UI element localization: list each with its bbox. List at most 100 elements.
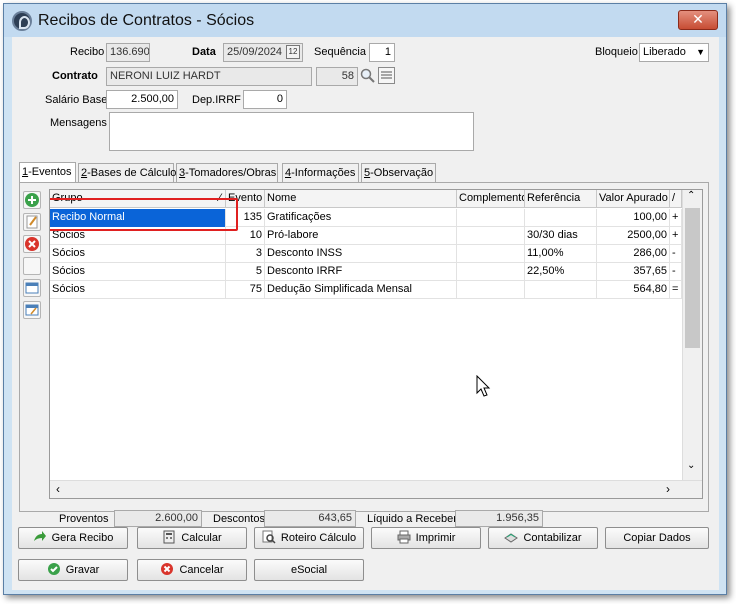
- tab-tomadores-obras[interactable]: 3-Tomadores/Obras: [176, 163, 278, 183]
- app-window: Recibos de Contratos - Sócios ✕ Recibo 1…: [3, 3, 727, 595]
- col-complemento[interactable]: Complemento: [457, 190, 525, 208]
- gera-recibo-button[interactable]: Gera Recibo: [18, 527, 128, 549]
- edit-event-button[interactable]: [23, 213, 41, 231]
- tab-observacao[interactable]: 5-Observação: [361, 163, 436, 183]
- cell-referencia[interactable]: [525, 209, 597, 227]
- scrollbar-thumb[interactable]: [685, 208, 700, 348]
- move-event-button[interactable]: [23, 279, 41, 297]
- table-row[interactable]: Sócios 3 Desconto INSS 11,00% 286,00 -: [50, 245, 682, 263]
- add-event-button[interactable]: [23, 191, 41, 209]
- copiar-dados-button[interactable]: Copiar Dados: [605, 527, 709, 549]
- cell-nome[interactable]: Dedução Simplificada Mensal: [265, 281, 457, 299]
- horizontal-scrollbar[interactable]: ‹ ›: [50, 480, 702, 498]
- blank-tool-button[interactable]: [23, 257, 41, 275]
- recibo-field[interactable]: 136.690: [106, 43, 150, 62]
- events-grid[interactable]: Grupo ⁄ Evento Nome Complemento Referênci…: [49, 189, 703, 499]
- cell-evento[interactable]: 3: [226, 245, 265, 263]
- depirrf-field[interactable]: 0: [243, 90, 287, 109]
- tab-bases-label: -Bases de Cálculo: [87, 167, 177, 179]
- edit-table-button[interactable]: [23, 301, 41, 319]
- cell-complemento[interactable]: [457, 209, 525, 227]
- col-nome[interactable]: Nome: [265, 190, 457, 208]
- cell-nome[interactable]: Desconto INSS: [265, 245, 457, 263]
- cell-nome[interactable]: Gratificações: [265, 209, 457, 227]
- gravar-button[interactable]: Gravar: [18, 559, 128, 581]
- cell-sinal[interactable]: +: [670, 227, 682, 245]
- bloqueio-value: Liberado: [643, 46, 686, 58]
- mensagens-textarea[interactable]: [109, 112, 474, 151]
- chevron-down-icon[interactable]: ⌄: [687, 460, 695, 471]
- cell-sinal[interactable]: =: [670, 281, 682, 299]
- cell-referencia[interactable]: 22,50%: [525, 263, 597, 281]
- table-row[interactable]: Sócios 5 Desconto IRRF 22,50% 357,65 -: [50, 263, 682, 281]
- calendar-icon[interactable]: 12: [286, 45, 300, 59]
- copiar-label: Copiar Dados: [623, 532, 691, 544]
- tab-informacoes[interactable]: 4-Informações: [282, 163, 359, 183]
- depirrf-label: Dep.IRRF: [192, 94, 241, 106]
- cell-evento[interactable]: 5: [226, 263, 265, 281]
- cell-complemento[interactable]: [457, 227, 525, 245]
- cancelar-label: Cancelar: [179, 564, 224, 576]
- vertical-scrollbar[interactable]: ⌄ ⌃: [682, 190, 702, 480]
- contabilizar-button[interactable]: Contabilizar: [488, 527, 598, 549]
- close-button[interactable]: ✕: [678, 10, 718, 30]
- cell-complemento[interactable]: [457, 245, 525, 263]
- roteiro-label: Roteiro Cálculo: [280, 532, 357, 544]
- cell-valor[interactable]: 564,80: [597, 281, 670, 299]
- cell-evento[interactable]: 75: [226, 281, 265, 299]
- chevron-right-icon[interactable]: ›: [666, 482, 670, 496]
- calcular-button[interactable]: Calcular: [137, 527, 247, 549]
- chevron-up-icon[interactable]: ⌃: [687, 190, 695, 201]
- cell-referencia[interactable]: [525, 281, 597, 299]
- tab-informacoes-label: -Informações: [291, 167, 356, 179]
- cell-grupo[interactable]: Sócios: [50, 281, 226, 299]
- cell-complemento[interactable]: [457, 281, 525, 299]
- table-row[interactable]: Sócios 75 Dedução Simplificada Mensal 56…: [50, 281, 682, 299]
- delete-circle-icon: [25, 237, 39, 251]
- esocial-button[interactable]: eSocial: [254, 559, 364, 581]
- cell-valor[interactable]: 2500,00: [597, 227, 670, 245]
- cell-nome[interactable]: Desconto IRRF: [265, 263, 457, 281]
- tab-bases-calculo[interactable]: 2-Bases de Cálculo: [78, 163, 177, 183]
- cell-sinal[interactable]: +: [670, 209, 682, 227]
- contrato-code-field[interactable]: 58: [316, 67, 358, 86]
- cell-nome[interactable]: Pró-labore: [265, 227, 457, 245]
- ledger-icon: [504, 533, 519, 543]
- search-icon[interactable]: [360, 68, 376, 84]
- esocial-label: eSocial: [290, 564, 328, 576]
- cell-referencia[interactable]: 30/30 dias: [525, 227, 597, 245]
- col-sinal[interactable]: /: [670, 190, 682, 208]
- bloqueio-select[interactable]: Liberado ▼: [639, 43, 709, 62]
- cell-sinal[interactable]: -: [670, 263, 682, 281]
- salario-label: Salário Base: [45, 94, 108, 106]
- chevron-down-icon: ▼: [696, 47, 705, 57]
- col-valor-apurado[interactable]: Valor Apurado: [597, 190, 670, 208]
- form-content: Recibo 136.690 Data 25/09/2024 12 Sequên…: [12, 37, 719, 590]
- cell-valor[interactable]: 357,65: [597, 263, 670, 281]
- tab-eventos[interactable]: 1-Eventos: [19, 162, 76, 183]
- mouse-pointer-icon: [476, 375, 491, 397]
- cell-complemento[interactable]: [457, 263, 525, 281]
- contrato-label: Contrato: [52, 70, 98, 82]
- sequencia-field[interactable]: 1: [369, 43, 395, 62]
- gera-recibo-label: Gera Recibo: [51, 532, 114, 544]
- data-label: Data: [192, 46, 216, 58]
- plus-circle-icon: [25, 193, 39, 207]
- check-circle-icon: [47, 563, 60, 575]
- col-referencia[interactable]: Referência: [525, 190, 597, 208]
- cell-valor[interactable]: 100,00: [597, 209, 670, 227]
- salario-field[interactable]: 2.500,00: [106, 90, 178, 109]
- cell-valor[interactable]: 286,00: [597, 245, 670, 263]
- chevron-left-icon[interactable]: ‹: [56, 482, 60, 496]
- imprimir-button[interactable]: Imprimir: [371, 527, 481, 549]
- imprimir-label: Imprimir: [415, 532, 456, 544]
- cancelar-button[interactable]: Cancelar: [137, 559, 247, 581]
- cell-grupo[interactable]: Sócios: [50, 245, 226, 263]
- cell-sinal[interactable]: -: [670, 245, 682, 263]
- roteiro-calculo-button[interactable]: Roteiro Cálculo: [254, 527, 364, 549]
- cell-grupo[interactable]: Sócios: [50, 263, 226, 281]
- list-icon[interactable]: [378, 67, 395, 84]
- contrato-name-field[interactable]: NERONI LUIZ HARDT: [106, 67, 312, 86]
- delete-event-button[interactable]: [23, 235, 41, 253]
- cell-referencia[interactable]: 11,00%: [525, 245, 597, 263]
